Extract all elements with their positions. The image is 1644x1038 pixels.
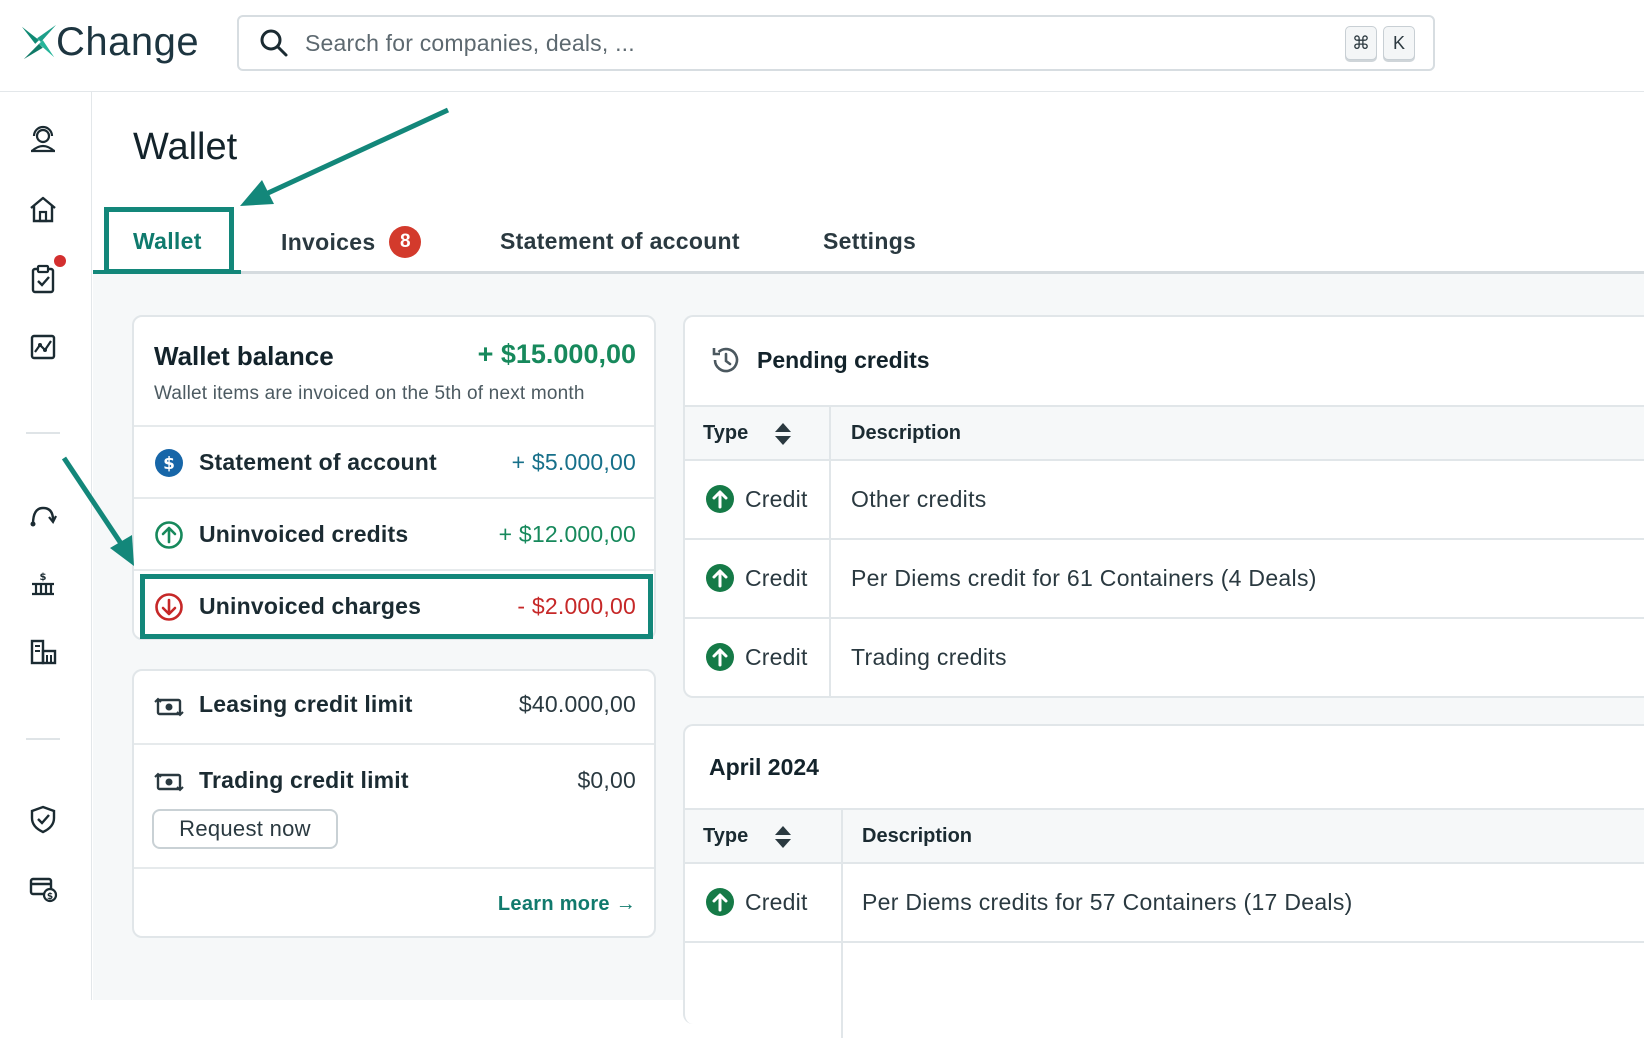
shortcut-k-key: K: [1383, 26, 1415, 60]
notification-dot: [54, 255, 66, 267]
uninvoiced-credits-row[interactable]: Uninvoiced credits + $12.000,00: [134, 497, 654, 569]
shortcut-cmd-key: ⌘: [1345, 26, 1377, 60]
svg-text:$: $: [47, 892, 53, 902]
route-icon[interactable]: [28, 500, 58, 530]
home-icon[interactable]: [28, 194, 58, 224]
global-search[interactable]: Search for companies, deals, ... ⌘ K: [237, 15, 1435, 71]
april-2024-card: April 2024 Type Description Credit Per D…: [683, 724, 1644, 1038]
wallet-balance-subtitle: Wallet items are invoiced on the 5th of …: [154, 383, 585, 404]
sidebar-divider: [26, 432, 60, 434]
money-exchange-icon: [154, 692, 184, 722]
sort-icon[interactable]: [773, 421, 793, 447]
month-section-title: April 2024: [709, 754, 819, 780]
arrow-up-circle-icon: [154, 520, 184, 550]
change-logo[interactable]: Change: [20, 18, 199, 66]
description-text: Trading credits: [851, 644, 1007, 670]
type-cell: Credit: [705, 642, 808, 672]
sidebar-divider: [26, 738, 60, 740]
search-icon: [260, 29, 288, 57]
request-now-button[interactable]: Request now: [152, 809, 338, 849]
clipboard-check-icon[interactable]: [28, 264, 58, 294]
svg-text:$: $: [163, 454, 175, 474]
leasing-credit-limit-row: Leasing credit limit $40.000,00: [134, 671, 654, 743]
tab-settings[interactable]: Settings: [823, 228, 916, 255]
tab-invoices[interactable]: Invoices 8: [281, 226, 422, 260]
top-bar: Change Search for companies, deals, ... …: [0, 0, 1644, 92]
type-text: Credit: [745, 888, 808, 915]
learn-more-link[interactable]: Learn more →: [498, 893, 636, 916]
main-content: Wallet Wallet Invoices 8 Statement of acc…: [93, 92, 1644, 1038]
credit-arrow-up-icon: [706, 888, 734, 916]
type-text: Credit: [745, 643, 808, 670]
invoices-count-badge: 8: [389, 226, 422, 258]
description-text: Per Diems credits for 57 Containers (17 …: [862, 889, 1353, 915]
row-label: Leasing credit limit: [199, 691, 413, 717]
row-value: + $12.000,00: [498, 521, 636, 547]
row-label: Uninvoiced credits: [199, 521, 409, 547]
wallet-balance-amount: + $15.000,00: [477, 339, 636, 369]
history-icon: [712, 347, 739, 373]
search-input[interactable]: Search for companies, deals, ...: [305, 30, 1345, 57]
row-value: + $5.000,00: [511, 449, 636, 475]
column-header-description: Description: [851, 422, 962, 444]
money-exchange-icon: [154, 767, 184, 797]
x-logo-icon: [21, 24, 57, 60]
credit-arrow-up-icon: [706, 564, 734, 592]
type-text: Credit: [745, 485, 808, 512]
dollar-circle-icon: $: [154, 448, 184, 478]
table-row[interactable]: Credit Trading credits: [685, 619, 1644, 698]
tab-bar: Wallet Invoices 8 Statement of account Se…: [93, 204, 1644, 274]
analytics-icon[interactable]: [28, 332, 58, 362]
sidebar: $ $: [0, 92, 92, 1000]
credit-arrow-up-icon: [706, 485, 734, 513]
page-title: Wallet: [133, 126, 238, 168]
row-value: $0,00: [577, 767, 636, 793]
column-header-type[interactable]: Type: [703, 422, 748, 445]
tab-invoices-label: Invoices: [281, 229, 376, 256]
row-value: $40.000,00: [518, 691, 636, 717]
table-row[interactable]: Credit Other credits: [685, 461, 1644, 540]
table-row[interactable]: Credit Per Diems credits for 57 Containe…: [685, 864, 1644, 943]
page-header: Wallet Wallet Invoices 8 Statement of acc…: [93, 92, 1644, 274]
tab-statement-of-account[interactable]: Statement of account: [500, 228, 740, 255]
trading-credit-limit-row: Trading credit limit $0,00 Request now: [134, 743, 654, 867]
description-text: Per Diems credit for 61 Containers (4 De…: [851, 565, 1317, 591]
row-label: Statement of account: [199, 449, 437, 475]
svg-text:$: $: [40, 572, 47, 583]
statement-of-account-row[interactable]: $ Statement of account + $5.000,00: [134, 425, 654, 497]
credit-arrow-up-icon: [706, 643, 734, 671]
column-header-type[interactable]: Type: [703, 825, 748, 848]
table-row[interactable]: Credit Per Diems credit for 61 Container…: [685, 540, 1644, 619]
wallet-tab-highlight: [104, 207, 234, 274]
support-agent-icon[interactable]: [28, 124, 58, 154]
april-table-header: Type Description: [685, 808, 1644, 864]
warehouse-icon[interactable]: [28, 637, 58, 667]
payment-card-icon[interactable]: $: [28, 874, 58, 904]
credit-limits-card: Leasing credit limit $40.000,00 Trading …: [132, 669, 656, 938]
type-cell: Credit: [705, 563, 808, 593]
type-text: Credit: [745, 564, 808, 591]
logo-text: Change: [56, 19, 200, 64]
row-label: Trading credit limit: [199, 767, 409, 793]
description-text: Other credits: [851, 486, 987, 512]
wallet-balance-title: Wallet balance: [154, 341, 334, 371]
learn-more-row: Learn more →: [134, 867, 654, 938]
type-cell: Credit: [705, 887, 808, 917]
column-header-description: Description: [862, 825, 973, 847]
uninvoiced-charges-highlight: [140, 574, 653, 639]
pending-credits-title: Pending credits: [757, 347, 930, 373]
depot-money-icon[interactable]: $: [28, 568, 58, 598]
sort-icon[interactable]: [773, 824, 793, 850]
type-cell: Credit: [705, 484, 808, 514]
pending-credits-card: Pending credits Type Description Credit …: [683, 315, 1644, 698]
shield-check-icon[interactable]: [28, 804, 58, 834]
